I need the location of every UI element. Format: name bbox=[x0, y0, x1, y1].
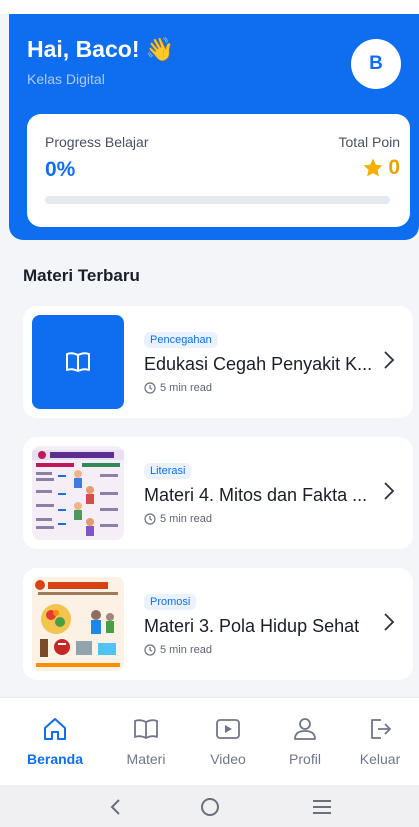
infographic-image bbox=[32, 446, 124, 540]
article-meta: 5 min read bbox=[144, 382, 212, 394]
article-thumbnail bbox=[32, 315, 124, 409]
article-title: Materi 3. Pola Hidup Sehat bbox=[144, 616, 360, 636]
header: Hai, Baco! 👋 Kelas Digital B Progress Be… bbox=[9, 14, 419, 240]
points-label: Total Poin bbox=[338, 134, 400, 150]
article-tag: Pencegahan bbox=[144, 332, 218, 348]
points-value: 0 bbox=[388, 156, 400, 179]
article-tag: Promosi bbox=[144, 594, 197, 610]
points-display: 0 bbox=[362, 156, 400, 180]
bottom-navigation: Beranda Materi Video Profil Keluar bbox=[0, 697, 419, 785]
book-icon bbox=[66, 352, 90, 372]
progress-value: 0% bbox=[45, 158, 76, 181]
nav-label: Materi bbox=[126, 751, 166, 767]
star-icon bbox=[363, 158, 383, 177]
status-bar bbox=[0, 0, 419, 14]
back-icon[interactable] bbox=[104, 795, 128, 819]
read-time: 5 min read bbox=[160, 644, 212, 656]
clock-icon bbox=[144, 513, 156, 525]
nav-label: Video bbox=[210, 751, 246, 767]
logout-icon bbox=[371, 719, 391, 739]
article-card-3[interactable]: Promosi Materi 3. Pola Hidup Sehat 5 min… bbox=[23, 568, 413, 680]
chevron-right-icon bbox=[384, 351, 395, 369]
nav-label: Keluar bbox=[359, 751, 401, 767]
nav-item-beranda[interactable]: Beranda bbox=[15, 716, 95, 767]
play-icon bbox=[216, 719, 240, 739]
infographic-image bbox=[32, 577, 124, 671]
class-name: Kelas Digital bbox=[27, 71, 105, 87]
system-navigation-bar bbox=[0, 785, 419, 827]
article-meta: 5 min read bbox=[144, 513, 212, 525]
avatar[interactable]: B bbox=[351, 39, 401, 89]
article-title: Materi 4. Mitos dan Fakta ... bbox=[144, 485, 368, 505]
section-title: Materi Terbaru bbox=[23, 266, 140, 285]
progress-label: Progress Belajar bbox=[45, 134, 149, 150]
nav-label: Beranda bbox=[26, 751, 84, 767]
progress-card: Progress Belajar Total Poin 0% 0 bbox=[27, 114, 410, 227]
user-icon bbox=[294, 718, 316, 740]
recent-apps-icon[interactable] bbox=[310, 795, 334, 819]
nav-item-profil[interactable]: Profil bbox=[265, 716, 345, 767]
clock-icon bbox=[144, 382, 156, 394]
home-button-icon[interactable] bbox=[198, 795, 222, 819]
article-title: Edukasi Cegah Penyakit K... bbox=[144, 354, 373, 374]
read-time: 5 min read bbox=[160, 382, 212, 394]
article-thumbnail bbox=[32, 577, 124, 671]
article-thumbnail bbox=[32, 446, 124, 540]
nav-label: Profil bbox=[289, 751, 321, 767]
read-time: 5 min read bbox=[160, 513, 212, 525]
chevron-right-icon bbox=[384, 482, 395, 500]
article-card-1[interactable]: Pencegahan Edukasi Cegah Penyakit K... 5… bbox=[23, 306, 413, 418]
nav-item-materi[interactable]: Materi bbox=[106, 716, 186, 767]
article-card-2[interactable]: Literasi Materi 4. Mitos dan Fakta ... 5… bbox=[23, 437, 413, 549]
nav-item-video[interactable]: Video bbox=[188, 716, 268, 767]
article-tag: Literasi bbox=[144, 463, 192, 479]
clock-icon bbox=[144, 644, 156, 656]
chevron-right-icon bbox=[384, 613, 395, 631]
progress-bar bbox=[45, 196, 390, 204]
article-meta: 5 min read bbox=[144, 644, 212, 656]
book-icon bbox=[134, 719, 158, 739]
greeting: Hai, Baco! 👋 bbox=[27, 36, 175, 62]
home-icon bbox=[44, 718, 66, 740]
nav-item-keluar[interactable]: Keluar bbox=[340, 716, 419, 767]
